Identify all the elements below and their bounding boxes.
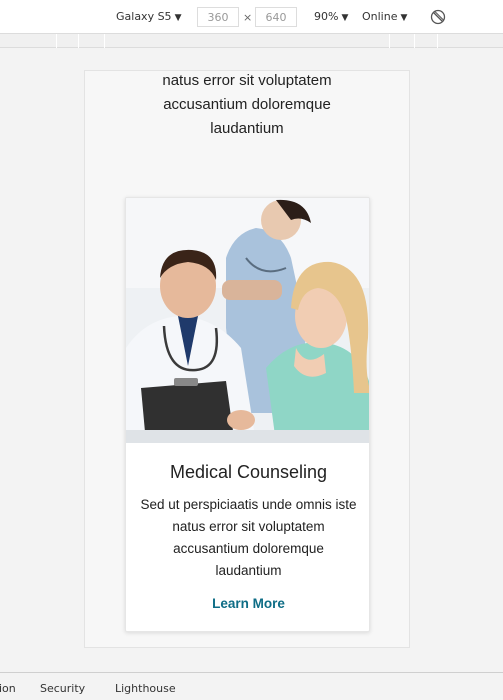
tab-lighthouse[interactable]: Lighthouse [115,682,176,695]
network-label: Online [362,10,398,23]
device-canvas: natus error sit voluptatem accusantium d… [0,48,503,672]
ruler-tick [389,34,390,49]
ruler-tick [414,34,415,49]
network-throttle-select[interactable]: Online ▼ [362,10,407,23]
ruler-tick [104,34,105,49]
ruler-tick [437,34,438,49]
tab-application[interactable]: ion [0,682,16,695]
ruler-tick [78,34,79,49]
rotate-icon[interactable] [430,9,446,25]
card-description: Sed ut perspiciaatis unde omnis iste nat… [140,497,357,578]
card-title: Medical Counseling [169,462,328,482]
device-viewport: natus error sit voluptatem accusantium d… [84,70,410,648]
zoom-label: 90% [314,10,339,23]
chevron-down-icon: ▼ [400,13,408,23]
previous-card-text: natus error sit voluptatem accusantium d… [162,72,332,137]
device-label: Galaxy S5 [116,10,172,23]
ruler-tick [56,34,57,49]
devtools-tab-bar: ion Security Lighthouse [0,672,503,700]
chevron-down-icon: ▼ [174,13,182,23]
chevron-down-icon: ▼ [341,13,349,23]
height-input[interactable] [255,7,297,27]
width-input[interactable] [197,7,239,27]
media-query-ruler [0,33,503,49]
device-toolbar: Galaxy S5▼ × 90%▼ Online▼ [0,0,503,33]
tab-security[interactable]: Security [40,682,85,695]
doctor-patient-photo [126,198,369,443]
learn-more-link[interactable]: Learn More [126,596,369,611]
service-card: Medical Counseling Sed ut perspiciaatis … [125,197,370,632]
device-select[interactable]: Galaxy S5 ▼ [116,10,181,23]
times-symbol: × [243,11,253,24]
zoom-select[interactable]: 90% ▼ [314,10,348,23]
